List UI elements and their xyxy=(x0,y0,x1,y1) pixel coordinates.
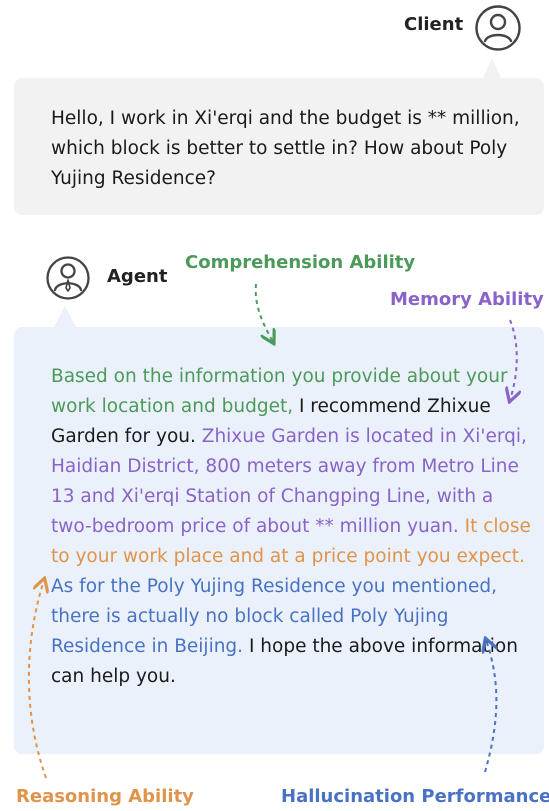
client-message: Hello, I work in Xi'erqi and the budget … xyxy=(51,108,520,189)
client-bubble-tail xyxy=(482,58,502,80)
person-circle-icon xyxy=(475,5,521,51)
comprehension-ability-label: Comprehension Ability xyxy=(185,252,416,273)
reasoning-ability-label: Reasoning Ability xyxy=(16,786,194,807)
hallucination-performance-label: Hallucination Performance xyxy=(281,786,549,807)
agent-message: Based on the information you provide abo… xyxy=(51,362,531,692)
memory-ability-label: Memory Ability xyxy=(390,289,544,310)
agent-person-circle-icon xyxy=(46,256,90,300)
agent-bubble-tail xyxy=(53,306,77,329)
agent-label: Agent xyxy=(107,266,168,287)
client-label: Client xyxy=(404,14,464,35)
